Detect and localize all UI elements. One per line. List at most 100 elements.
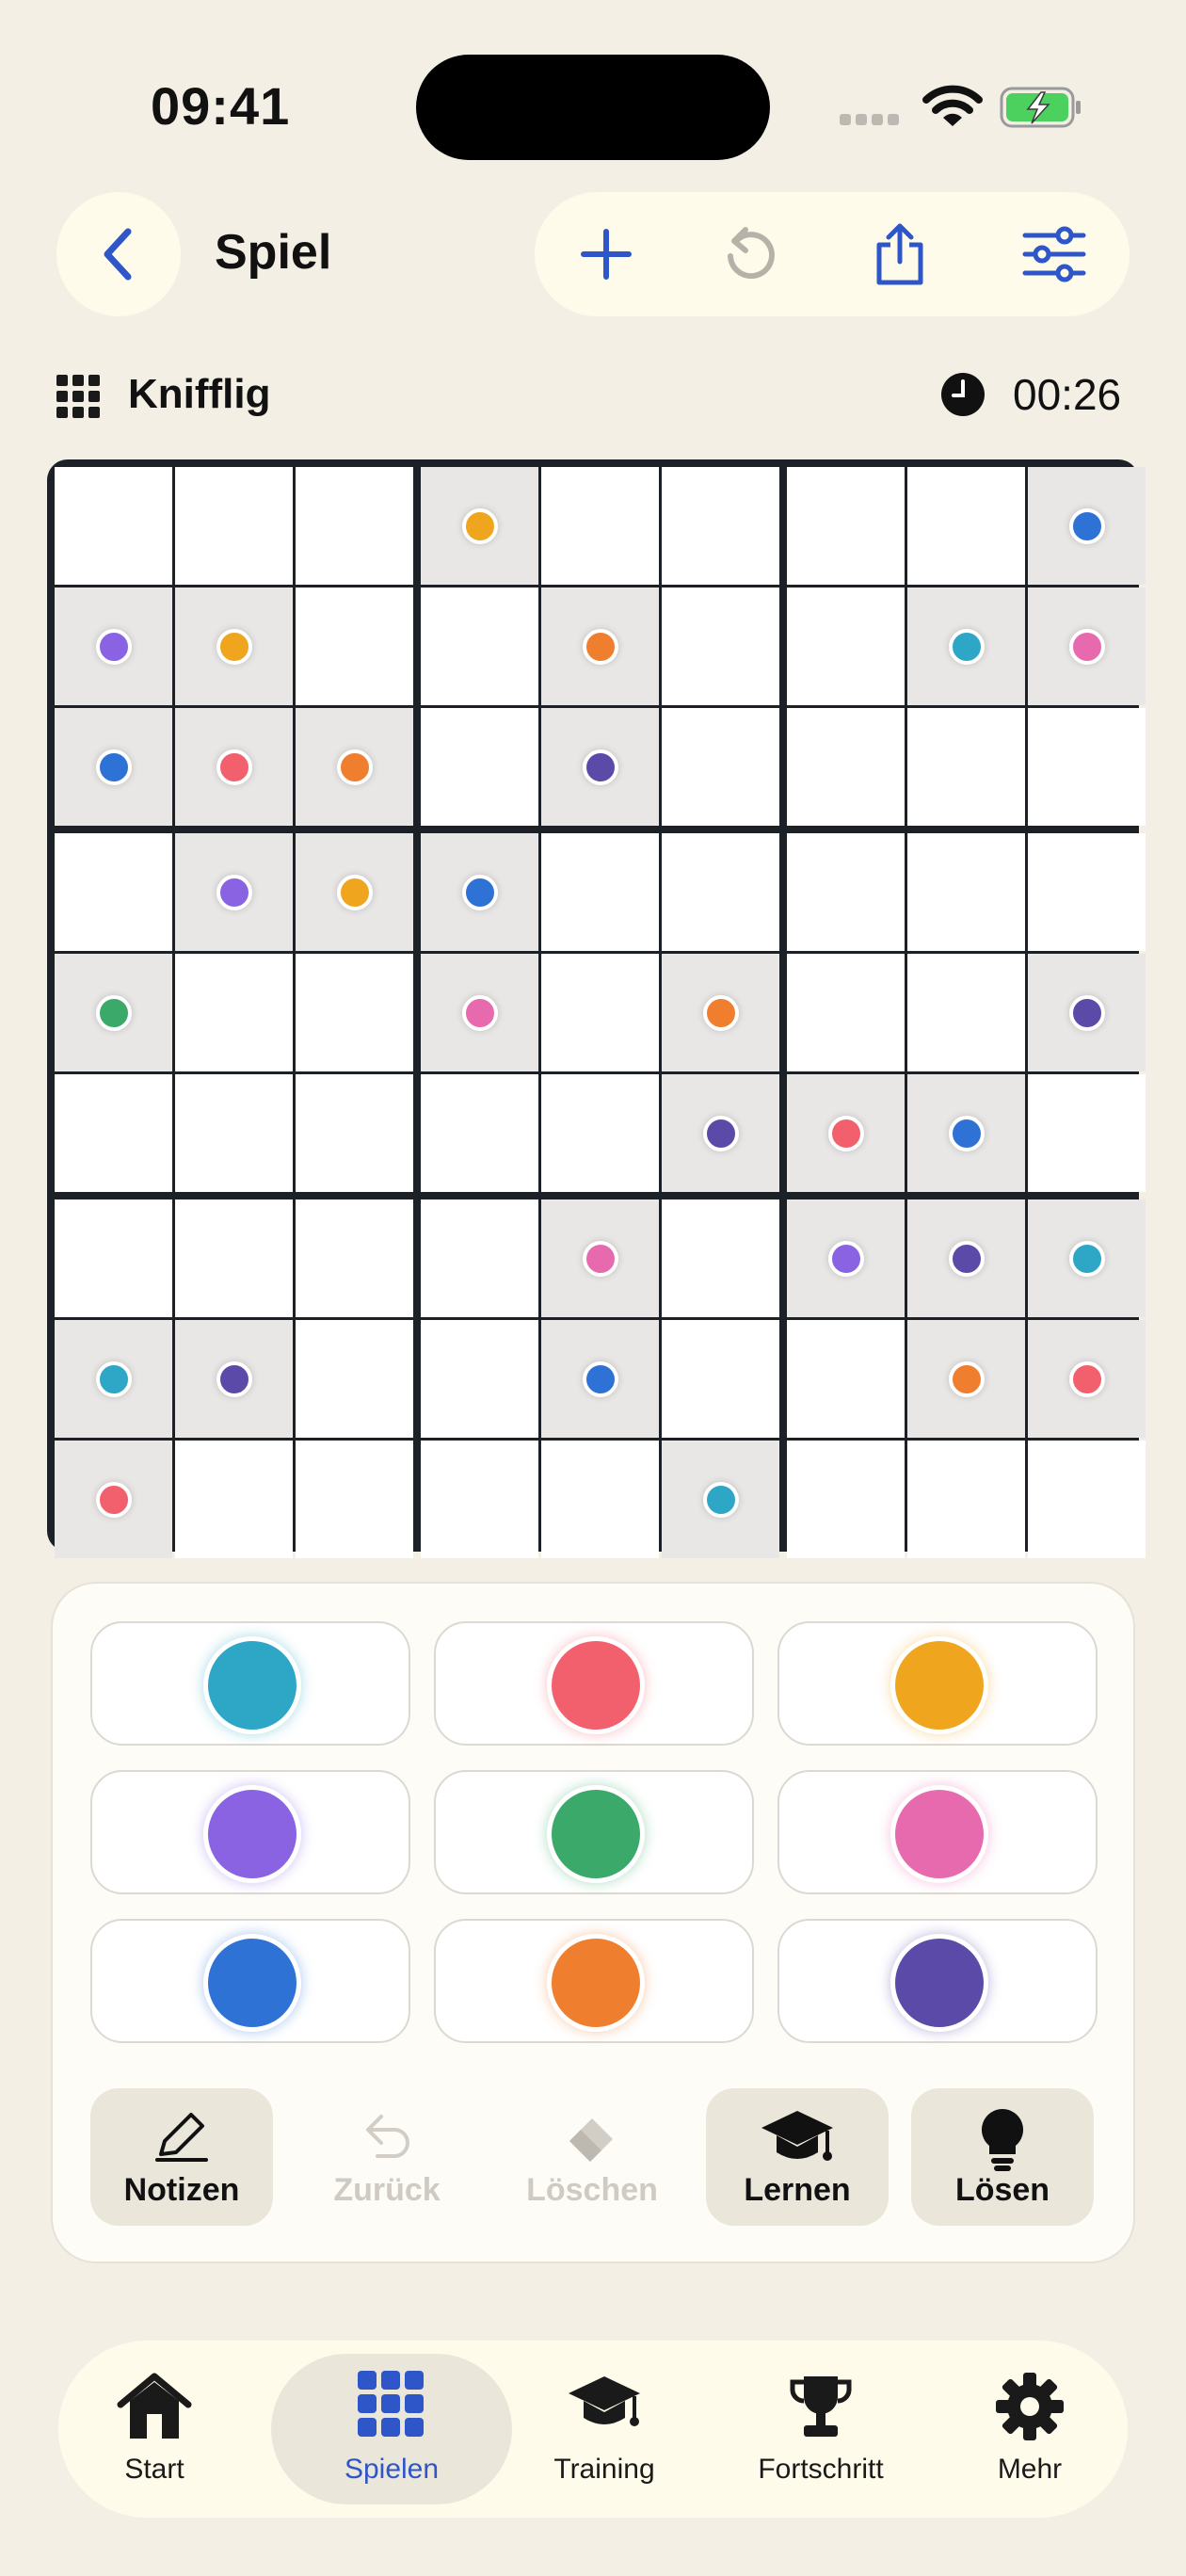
board-cell-r5c7[interactable] <box>787 954 905 1071</box>
tab-mehr[interactable]: Mehr <box>953 2354 1107 2504</box>
board-cell-r1c9[interactable] <box>1028 467 1146 585</box>
board-cell-r6c9[interactable] <box>1028 1074 1146 1192</box>
board-cell-r6c6[interactable] <box>662 1074 779 1192</box>
board-cell-r6c2[interactable] <box>175 1074 293 1192</box>
board-cell-r9c4[interactable] <box>421 1441 538 1558</box>
board-cell-r7c6[interactable] <box>662 1199 779 1317</box>
board-cell-r9c7[interactable] <box>787 1441 905 1558</box>
share-button[interactable] <box>862 217 938 292</box>
board-cell-r4c6[interactable] <box>662 833 779 951</box>
board-cell-r2c9[interactable] <box>1028 588 1146 705</box>
board-cell-r3c7[interactable] <box>787 708 905 826</box>
board-cell-r6c4[interactable] <box>421 1074 538 1192</box>
board-cell-r7c8[interactable] <box>907 1199 1025 1317</box>
board-cell-r8c8[interactable] <box>907 1320 1025 1438</box>
notizen-button[interactable]: Notizen <box>90 2088 273 2226</box>
board-cell-r1c8[interactable] <box>907 467 1025 585</box>
board-cell-r9c5[interactable] <box>541 1441 659 1558</box>
color-button-blue[interactable] <box>90 1919 410 2043</box>
board-cell-r4c4[interactable] <box>421 833 538 951</box>
board-cell-r7c3[interactable] <box>296 1199 413 1317</box>
color-button-pink[interactable] <box>777 1770 1098 1894</box>
zurück-button[interactable]: Zurück <box>296 2088 478 2226</box>
löschen-button[interactable]: Löschen <box>501 2088 683 2226</box>
board-cell-r9c9[interactable] <box>1028 1441 1146 1558</box>
board-cell-r8c6[interactable] <box>662 1320 779 1438</box>
board-cell-r1c6[interactable] <box>662 467 779 585</box>
color-button-purple[interactable] <box>90 1770 410 1894</box>
board-cell-r5c9[interactable] <box>1028 954 1146 1071</box>
board-cell-r4c5[interactable] <box>541 833 659 951</box>
board-cell-r8c5[interactable] <box>541 1320 659 1438</box>
board-cell-r9c8[interactable] <box>907 1441 1025 1558</box>
color-button-indigo[interactable] <box>777 1919 1098 2043</box>
board-cell-r3c3[interactable] <box>296 708 413 826</box>
board-cell-r4c8[interactable] <box>907 833 1025 951</box>
board-cell-r6c1[interactable] <box>55 1074 172 1192</box>
color-button-green[interactable] <box>434 1770 754 1894</box>
board-cell-r2c3[interactable] <box>296 588 413 705</box>
board-cell-r8c7[interactable] <box>787 1320 905 1438</box>
tab-fortschritt[interactable]: Fortschritt <box>702 2354 939 2504</box>
board-cell-r8c4[interactable] <box>421 1320 538 1438</box>
color-button-red[interactable] <box>434 1621 754 1746</box>
board-cell-r1c5[interactable] <box>541 467 659 585</box>
board-cell-r5c1[interactable] <box>55 954 172 1071</box>
board-cell-r6c3[interactable] <box>296 1074 413 1192</box>
board-cell-r9c2[interactable] <box>175 1441 293 1558</box>
board-cell-r5c4[interactable] <box>421 954 538 1071</box>
board-cell-r8c1[interactable] <box>55 1320 172 1438</box>
board-cell-r7c2[interactable] <box>175 1199 293 1317</box>
board-cell-r5c8[interactable] <box>907 954 1025 1071</box>
settings-button[interactable] <box>1017 217 1092 292</box>
board-cell-r2c8[interactable] <box>907 588 1025 705</box>
board-cell-r3c6[interactable] <box>662 708 779 826</box>
board-cell-r7c5[interactable] <box>541 1199 659 1317</box>
board-cell-r3c1[interactable] <box>55 708 172 826</box>
board-cell-r5c6[interactable] <box>662 954 779 1071</box>
board-cell-r4c2[interactable] <box>175 833 293 951</box>
tab-spielen[interactable]: Spielen <box>271 2354 512 2504</box>
lösen-button[interactable]: Lösen <box>911 2088 1094 2226</box>
board-cell-r3c5[interactable] <box>541 708 659 826</box>
tab-start[interactable]: Start <box>90 2354 218 2504</box>
board-cell-r7c1[interactable] <box>55 1199 172 1317</box>
board-cell-r5c2[interactable] <box>175 954 293 1071</box>
board-cell-r9c6[interactable] <box>662 1441 779 1558</box>
board-cell-r2c1[interactable] <box>55 588 172 705</box>
board-cell-r5c5[interactable] <box>541 954 659 1071</box>
color-button-yellow[interactable] <box>777 1621 1098 1746</box>
board-cell-r3c8[interactable] <box>907 708 1025 826</box>
board-cell-r7c7[interactable] <box>787 1199 905 1317</box>
new-game-button[interactable] <box>569 217 644 292</box>
tab-training[interactable]: Training <box>527 2354 681 2504</box>
board-cell-r8c9[interactable] <box>1028 1320 1146 1438</box>
board-cell-r9c3[interactable] <box>296 1441 413 1558</box>
board-cell-r4c9[interactable] <box>1028 833 1146 951</box>
board-cell-r2c2[interactable] <box>175 588 293 705</box>
board-cell-r2c5[interactable] <box>541 588 659 705</box>
board-cell-r8c3[interactable] <box>296 1320 413 1438</box>
lernen-button[interactable]: Lernen <box>706 2088 889 2226</box>
board-cell-r6c7[interactable] <box>787 1074 905 1192</box>
board-cell-r4c7[interactable] <box>787 833 905 951</box>
board-cell-r1c1[interactable] <box>55 467 172 585</box>
color-button-orange[interactable] <box>434 1919 754 2043</box>
color-button-teal[interactable] <box>90 1621 410 1746</box>
board-cell-r4c1[interactable] <box>55 833 172 951</box>
board-cell-r2c6[interactable] <box>662 588 779 705</box>
board-cell-r6c8[interactable] <box>907 1074 1025 1192</box>
board-cell-r1c3[interactable] <box>296 467 413 585</box>
board-cell-r7c4[interactable] <box>421 1199 538 1317</box>
board-cell-r7c9[interactable] <box>1028 1199 1146 1317</box>
board-cell-r1c2[interactable] <box>175 467 293 585</box>
board-cell-r9c1[interactable] <box>55 1441 172 1558</box>
board-cell-r2c4[interactable] <box>421 588 538 705</box>
board-cell-r8c2[interactable] <box>175 1320 293 1438</box>
board-cell-r3c2[interactable] <box>175 708 293 826</box>
back-button[interactable] <box>56 192 181 316</box>
board-cell-r3c9[interactable] <box>1028 708 1146 826</box>
board-cell-r4c3[interactable] <box>296 833 413 951</box>
board-cell-r1c7[interactable] <box>787 467 905 585</box>
restart-button[interactable] <box>712 217 787 292</box>
